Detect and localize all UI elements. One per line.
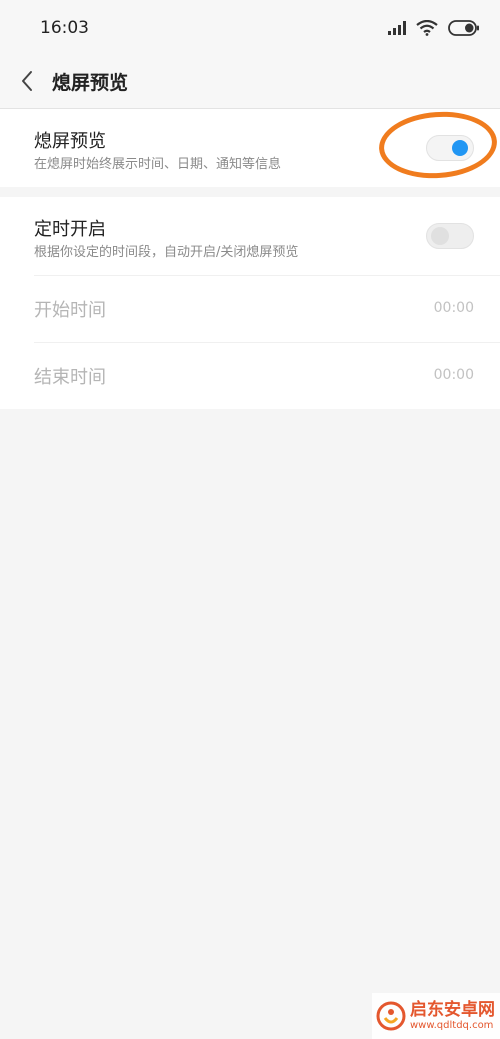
back-button[interactable] xyxy=(14,66,40,96)
status-bar: 16:03 xyxy=(0,0,500,56)
toggle-knob xyxy=(452,140,468,156)
aod-subtitle: 在熄屏时始终展示时间、日期、通知等信息 xyxy=(34,157,282,172)
watermark-text: 启东安卓网 www.qdltdq.com xyxy=(410,1001,495,1031)
aod-toggle[interactable] xyxy=(426,135,474,161)
battery-icon xyxy=(448,20,479,36)
schedule-title: 定时开启 xyxy=(34,219,106,240)
aod-title: 熄屏预览 xyxy=(34,131,106,152)
schedule-subtitle: 根据你设定的时间段，自动开启/关闭熄屏预览 xyxy=(34,245,299,260)
schedule-row[interactable]: 定时开启 根据你设定的时间段，自动开启/关闭熄屏预览 xyxy=(0,197,500,275)
start-time-value: 00:00 xyxy=(433,300,474,316)
watermark: 启东安卓网 www.qdltdq.com xyxy=(372,993,500,1039)
aod-card: 熄屏预览 在熄屏时始终展示时间、日期、通知等信息 xyxy=(0,109,500,187)
watermark-url: www.qdltdq.com xyxy=(410,1019,494,1031)
signal-icon xyxy=(388,21,406,35)
start-time-row[interactable]: 开始时间 00:00 xyxy=(0,276,500,342)
watermark-name: 启东安卓网 xyxy=(410,1000,495,1021)
chevron-left-icon xyxy=(22,71,32,91)
aod-row[interactable]: 熄屏预览 在熄屏时始终展示时间、日期、通知等信息 xyxy=(0,109,500,187)
schedule-card: 定时开启 根据你设定的时间段，自动开启/关闭熄屏预览 开始时间 00:00 结束… xyxy=(0,197,500,409)
end-time-label: 结束时间 xyxy=(34,367,106,388)
status-icons xyxy=(388,18,480,38)
status-time: 16:03 xyxy=(40,18,89,38)
header-bar: 熄屏预览 xyxy=(0,56,500,109)
page-title: 熄屏预览 xyxy=(52,72,129,94)
end-time-row[interactable]: 结束时间 00:00 xyxy=(0,343,500,409)
start-time-label: 开始时间 xyxy=(34,300,106,321)
schedule-toggle[interactable] xyxy=(426,223,474,249)
watermark-logo-icon xyxy=(376,1001,406,1031)
wifi-icon xyxy=(416,20,438,36)
end-time-value: 00:00 xyxy=(433,367,474,383)
toggle-knob xyxy=(431,227,449,245)
